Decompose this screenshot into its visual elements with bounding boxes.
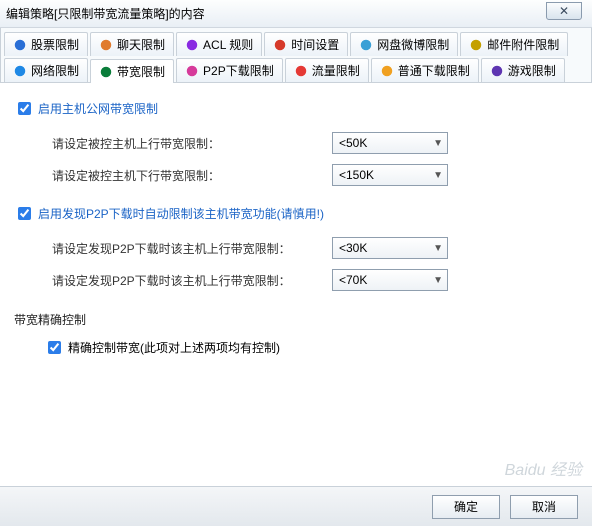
p2p-down-value: <70K — [339, 273, 367, 287]
chevron-down-icon: ▼ — [433, 243, 443, 254]
p2p-enable-label: 启用发现P2P下载时自动限制该主机带宽功能(请慎用!) — [38, 205, 324, 222]
wan-up-value: <50K — [339, 136, 367, 150]
tab-网盘微博限制[interactable]: 网盘微博限制 — [350, 32, 458, 56]
tab-label: 聊天限制 — [117, 36, 165, 53]
p2p-down-label: 请设定发现P2P下载时该主机上行带宽限制： — [52, 272, 332, 289]
tab-label: 邮件附件限制 — [487, 36, 559, 53]
dialog-title: 编辑策略[只限制带宽流量策略]的内容 — [6, 5, 205, 22]
p2p-down-select[interactable]: <70K ▼ — [332, 269, 448, 291]
ok-button[interactable]: 确定 — [432, 495, 500, 519]
tab-label: 普通下载限制 — [398, 62, 470, 79]
dialog-footer: 确定 取消 — [0, 486, 592, 526]
chevron-down-icon: ▼ — [433, 138, 443, 149]
wan-enable-row: 启用主机公网带宽限制 — [14, 99, 578, 118]
tab-icon — [294, 64, 308, 78]
p2p-enable-row: 启用发现P2P下载时自动限制该主机带宽功能(请慎用!) — [14, 204, 578, 223]
tab-icon — [359, 38, 373, 52]
wan-enable-label: 启用主机公网带宽限制 — [38, 100, 158, 117]
wan-down-value: <150K — [339, 168, 374, 182]
tab-P2P下载限制[interactable]: P2P下载限制 — [176, 58, 283, 82]
wan-enable-checkbox[interactable] — [18, 102, 31, 115]
tab-label: P2P下载限制 — [203, 62, 274, 79]
tab-icon — [99, 38, 113, 52]
tab-icon — [185, 64, 199, 78]
chevron-down-icon: ▼ — [433, 170, 443, 181]
tab-label: 时间设置 — [291, 36, 339, 53]
dialog-window: 编辑策略[只限制带宽流量策略]的内容 ✕ 股票限制聊天限制ACL 规则时间设置网… — [0, 0, 592, 526]
tab-label: ACL 规则 — [203, 36, 253, 53]
tab-游戏限制[interactable]: 游戏限制 — [481, 58, 565, 82]
tab-icon — [490, 64, 504, 78]
wan-up-label: 请设定被控主机上行带宽限制： — [52, 135, 332, 152]
tab-icon — [99, 65, 113, 79]
cancel-button[interactable]: 取消 — [510, 495, 578, 519]
tab-panel-bandwidth: 启用主机公网带宽限制 请设定被控主机上行带宽限制： <50K ▼ 请设定被控主机… — [0, 83, 592, 385]
title-bar: 编辑策略[只限制带宽流量策略]的内容 ✕ — [0, 0, 592, 28]
tab-普通下载限制[interactable]: 普通下载限制 — [371, 58, 479, 82]
tab-股票限制[interactable]: 股票限制 — [4, 32, 88, 56]
tab-icon — [13, 38, 27, 52]
tab-label: 游戏限制 — [508, 62, 556, 79]
wan-down-label: 请设定被控主机下行带宽限制： — [52, 167, 332, 184]
tab-label: 股票限制 — [31, 36, 79, 53]
tab-带宽限制[interactable]: 带宽限制 — [90, 59, 174, 83]
p2p-group: 启用发现P2P下载时自动限制该主机带宽功能(请慎用!) 请设定发现P2P下载时该… — [14, 204, 578, 291]
tab-label: 带宽限制 — [117, 63, 165, 80]
tab-label: 网盘微博限制 — [377, 36, 449, 53]
p2p-up-value: <30K — [339, 241, 367, 255]
tab-strip: 股票限制 聊天限制 ACL 规则 时间设置 网盘微博限制 邮件附件限制网络限制 带宽限制 P2… — [0, 28, 592, 83]
tab-ACL 规则[interactable]: ACL 规则 — [176, 32, 262, 56]
tab-icon — [13, 64, 27, 78]
wan-down-row: 请设定被控主机下行带宽限制： <150K ▼ — [52, 164, 578, 186]
tab-时间设置[interactable]: 时间设置 — [264, 32, 348, 56]
precise-row: 精确控制带宽(此项对上述两项均有控制) — [44, 338, 578, 357]
close-icon: ✕ — [559, 4, 569, 18]
tab-icon — [380, 64, 394, 78]
wan-up-row: 请设定被控主机上行带宽限制： <50K ▼ — [52, 132, 578, 154]
precise-checkbox[interactable] — [48, 341, 61, 354]
close-button[interactable]: ✕ — [546, 2, 582, 20]
tab-icon — [273, 38, 287, 52]
watermark: Baidu 经验 — [505, 456, 582, 480]
wan-group: 启用主机公网带宽限制 请设定被控主机上行带宽限制： <50K ▼ 请设定被控主机… — [14, 99, 578, 186]
wan-up-select[interactable]: <50K ▼ — [332, 132, 448, 154]
tab-邮件附件限制[interactable]: 邮件附件限制 — [460, 32, 568, 56]
chevron-down-icon: ▼ — [433, 275, 443, 286]
p2p-enable-checkbox[interactable] — [18, 207, 31, 220]
wan-down-select[interactable]: <150K ▼ — [332, 164, 448, 186]
precise-label: 精确控制带宽(此项对上述两项均有控制) — [68, 339, 280, 356]
tab-聊天限制[interactable]: 聊天限制 — [90, 32, 174, 56]
p2p-down-row: 请设定发现P2P下载时该主机上行带宽限制： <70K ▼ — [52, 269, 578, 291]
tab-流量限制[interactable]: 流量限制 — [285, 58, 369, 82]
tab-网络限制[interactable]: 网络限制 — [4, 58, 88, 82]
p2p-up-row: 请设定发现P2P下载时该主机上行带宽限制： <30K ▼ — [52, 237, 578, 259]
precise-section-title: 带宽精确控制 — [14, 311, 578, 328]
p2p-up-label: 请设定发现P2P下载时该主机上行带宽限制： — [52, 240, 332, 257]
tab-label: 网络限制 — [31, 62, 79, 79]
tab-label: 流量限制 — [312, 62, 360, 79]
tab-icon — [185, 38, 199, 52]
tab-icon — [469, 38, 483, 52]
p2p-up-select[interactable]: <30K ▼ — [332, 237, 448, 259]
